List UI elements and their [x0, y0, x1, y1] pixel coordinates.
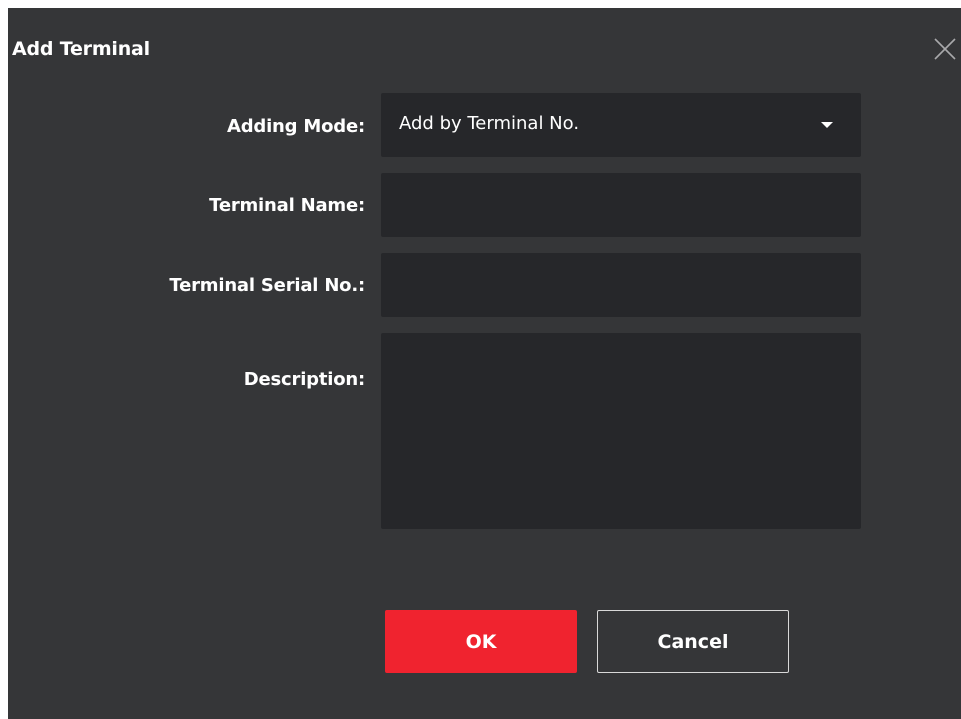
- terminal-serial-no-input[interactable]: [381, 253, 861, 317]
- adding-mode-select[interactable]: Add by Terminal No.: [381, 93, 861, 157]
- terminal-serial-no-label: Terminal Serial No.:: [169, 275, 365, 296]
- close-button[interactable]: [931, 35, 959, 63]
- ok-button[interactable]: OK: [385, 610, 577, 673]
- chevron-down-icon: [821, 122, 833, 128]
- adding-mode-label: Adding Mode:: [226, 116, 365, 137]
- terminal-name-input[interactable]: [381, 173, 861, 237]
- description-label: Description:: [243, 369, 365, 390]
- cancel-button[interactable]: Cancel: [597, 610, 789, 673]
- description-textarea[interactable]: [381, 333, 861, 529]
- adding-mode-value: Add by Terminal No.: [399, 113, 580, 134]
- add-terminal-dialog: Add Terminal Adding Mode: Add by Termina…: [8, 8, 961, 719]
- terminal-name-label: Terminal Name:: [209, 195, 365, 216]
- dialog-title: Add Terminal: [12, 38, 150, 60]
- close-icon: [934, 38, 956, 60]
